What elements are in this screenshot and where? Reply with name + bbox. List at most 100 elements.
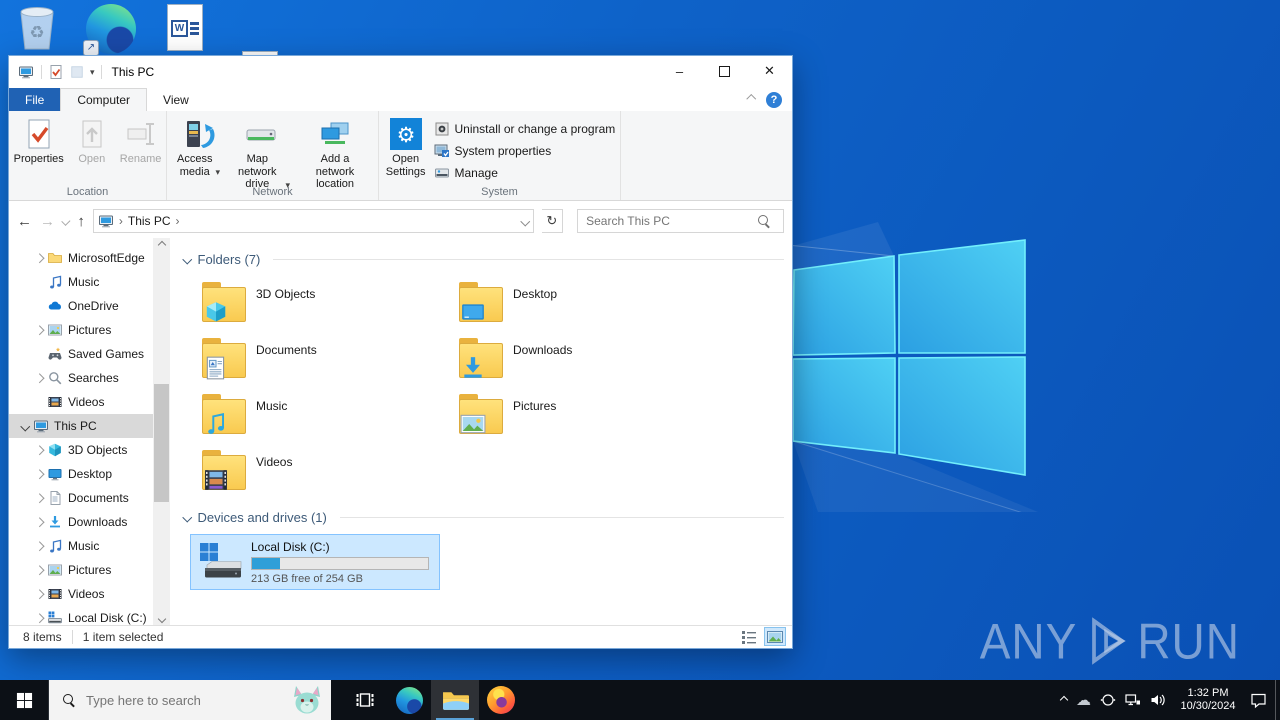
chevron-right-icon[interactable] <box>33 517 45 527</box>
start-button[interactable] <box>0 680 48 720</box>
taskbar-search[interactable] <box>48 680 331 720</box>
minimize-button[interactable]: – <box>657 56 702 86</box>
microsoft-edge-icon[interactable]: ↗ <box>83 4 136 56</box>
tray-expand-icon[interactable] <box>1059 695 1069 705</box>
sidebar-item-documents[interactable]: Documents <box>9 486 153 510</box>
forward-button[interactable]: → <box>40 214 55 229</box>
back-button[interactable]: ← <box>17 214 32 229</box>
chevron-right-icon[interactable] <box>33 613 45 623</box>
open-button[interactable]: Open <box>70 115 114 184</box>
scrollbar-thumb[interactable] <box>154 384 169 502</box>
taskbar-explorer-button[interactable] <box>431 680 479 720</box>
sidebar-scrollbar[interactable] <box>153 238 170 626</box>
sidebar-item-pictures[interactable]: Pictures <box>9 558 153 582</box>
recycle-bin-icon[interactable]: ♻ <box>14 2 60 52</box>
onedrive-tray-icon[interactable]: ☁ <box>1076 693 1091 708</box>
chevron-right-icon[interactable] <box>33 565 45 575</box>
sidebar-item-saved-games[interactable]: Saved Games <box>9 342 153 366</box>
uninstall-program-button[interactable]: Uninstall or change a program <box>434 121 615 137</box>
chevron-right-icon[interactable] <box>33 493 45 503</box>
system-properties-button[interactable]: System properties <box>434 143 616 159</box>
search-icon[interactable] <box>758 215 770 227</box>
large-icons-view-button[interactable] <box>764 627 786 646</box>
folder-tile-desktop[interactable]: Desktop <box>459 282 699 338</box>
devices-group-header[interactable]: Devices and drives (1) <box>182 508 784 526</box>
address-dropdown-icon[interactable] <box>520 216 530 226</box>
address-bar[interactable]: › This PC › <box>92 209 534 233</box>
details-view-button[interactable] <box>738 627 760 646</box>
map-network-drive-button[interactable]: Map network drive ▾ <box>226 115 296 190</box>
sidebar-item-onedrive[interactable]: OneDrive <box>9 294 153 318</box>
breadcrumb[interactable]: This PC <box>128 214 171 228</box>
scroll-up-icon[interactable] <box>153 238 170 252</box>
taskbar-edge-button[interactable] <box>387 680 431 720</box>
folder-tile-3d-objects[interactable]: 3D Objects <box>202 282 442 338</box>
chevron-down-icon[interactable] <box>19 421 31 431</box>
volume-tray-icon[interactable] <box>1150 692 1166 708</box>
search-input[interactable] <box>584 213 744 229</box>
taskbar-clock[interactable]: 1:32 PM 10/30/2024 <box>1175 687 1241 713</box>
taskbar-firefox-button[interactable] <box>479 680 523 720</box>
chevron-right-icon[interactable] <box>33 373 45 383</box>
chevron-right-icon[interactable] <box>33 253 45 263</box>
sidebar-item-videos[interactable]: Videos <box>9 390 153 414</box>
up-button[interactable]: ↑ <box>77 214 85 229</box>
network-tray-icon[interactable] <box>1125 692 1141 708</box>
search-highlight-creature-icon[interactable] <box>289 684 325 716</box>
help-button[interactable]: ? <box>766 91 782 108</box>
chevron-right-icon[interactable] <box>33 469 45 479</box>
chevron-right-icon[interactable] <box>33 325 45 335</box>
folder-tile-videos[interactable]: Videos <box>202 450 442 506</box>
sidebar-item-this-pc[interactable]: This PC <box>9 414 153 438</box>
folder-tile-music[interactable]: Music <box>202 394 442 450</box>
sidebar-item-local-disk-c[interactable]: Local Disk (C:) <box>9 606 153 626</box>
folder-tile-pictures[interactable]: Pictures <box>459 394 699 450</box>
refresh-button[interactable]: ↻ <box>541 209 564 233</box>
recent-locations-icon[interactable] <box>61 216 71 226</box>
add-network-location-button[interactable]: Add a network location <box>296 115 374 190</box>
rename-button[interactable]: Rename <box>114 115 168 184</box>
sidebar-item-music[interactable]: Music <box>9 534 153 558</box>
properties-button[interactable]: Properties <box>8 115 70 184</box>
folders-group-header[interactable]: Folders (7) <box>182 250 784 268</box>
sidebar-item-downloads[interactable]: Downloads <box>9 510 153 534</box>
qat-newfolder-icon[interactable] <box>70 65 84 79</box>
collapse-group-icon[interactable] <box>182 512 192 522</box>
manage-button[interactable]: Manage <box>434 165 616 181</box>
collapse-group-icon[interactable] <box>182 254 192 264</box>
close-button[interactable]: ✕ <box>747 56 792 86</box>
local-disk-tile[interactable]: Local Disk (C:) 213 GB free of 254 GB <box>190 534 440 590</box>
task-view-button[interactable] <box>343 680 387 720</box>
tray-circle-icon[interactable] <box>1100 692 1116 708</box>
word-document-icon[interactable]: W <box>167 4 203 51</box>
sidebar-item-pictures[interactable]: Pictures <box>9 318 153 342</box>
chevron-right-icon[interactable] <box>33 445 45 455</box>
folder-tile-documents[interactable]: Documents <box>202 338 442 394</box>
folder-tile-downloads[interactable]: Downloads <box>459 338 699 394</box>
action-center-icon[interactable] <box>1250 692 1267 709</box>
sidebar-item-3d-objects[interactable]: 3D Objects <box>9 438 153 462</box>
tab-file[interactable]: File <box>9 88 61 111</box>
sidebar-item-microsoftedge[interactable]: MicrosoftEdge <box>9 246 153 270</box>
scroll-down-icon[interactable] <box>153 612 170 626</box>
sidebar-item-music[interactable]: Music <box>9 270 153 294</box>
maximize-button[interactable] <box>702 56 747 86</box>
chevron-right-icon[interactable] <box>33 589 45 599</box>
chevron-right-icon[interactable] <box>33 541 45 551</box>
tab-view[interactable]: View <box>147 88 205 111</box>
qat-properties-icon[interactable] <box>48 64 64 80</box>
tab-computer[interactable]: Computer <box>60 88 148 111</box>
sidebar-item-searches[interactable]: Searches <box>9 366 153 390</box>
search-box[interactable] <box>577 209 784 233</box>
sidebar-item-label: MicrosoftEdge <box>68 251 145 265</box>
collapse-ribbon-icon[interactable] <box>746 94 756 105</box>
access-media-button[interactable]: Access media ▾ <box>171 115 226 184</box>
divider <box>339 516 784 518</box>
open-settings-button[interactable]: ⚙ Open Settings <box>380 115 432 184</box>
sidebar-item-videos[interactable]: Videos <box>9 582 153 606</box>
sidebar-item-desktop[interactable]: Desktop <box>9 462 153 486</box>
show-desktop-button[interactable] <box>1275 680 1280 720</box>
taskbar-search-input[interactable] <box>84 691 289 709</box>
videos-icon <box>47 394 63 410</box>
qat-dropdown-icon[interactable]: ▾ <box>90 67 95 78</box>
